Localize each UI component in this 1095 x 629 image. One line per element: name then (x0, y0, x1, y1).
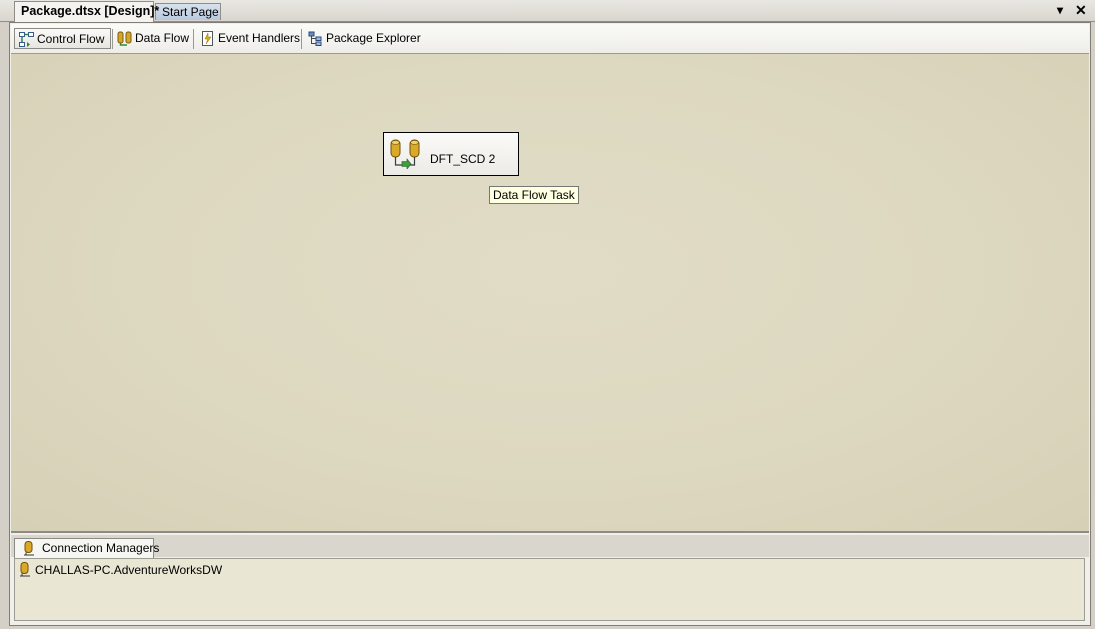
data-flow-task-box[interactable]: DFT_SCD 2 (383, 132, 519, 176)
designer-tab-bar: Control Flow Data Flow Event Handlers Pa… (11, 24, 1089, 54)
data-flow-icon (117, 31, 132, 46)
connection-manager-icon (20, 562, 30, 577)
designer-frame: Control Flow Data Flow Event Handlers Pa… (9, 22, 1091, 626)
connection-manager-icon (24, 541, 34, 556)
task-tooltip: Data Flow Task (489, 186, 579, 204)
connection-managers-panel[interactable]: CHALLAS-PC.AdventureWorksDW (14, 558, 1085, 621)
tab-control-flow-label: Control Flow (37, 32, 105, 46)
tab-data-flow-label: Data Flow (135, 31, 190, 45)
connection-manager-item-label: CHALLAS-PC.AdventureWorksDW (35, 563, 223, 577)
task-label: DFT_SCD 2 (430, 152, 496, 166)
tab-control-flow[interactable]: Control Flow (14, 28, 111, 49)
doc-tab-start-page[interactable]: Start Page (155, 3, 221, 20)
tab-event-handlers-label: Event Handlers (218, 31, 301, 45)
connection-manager-item[interactable]: CHALLAS-PC.AdventureWorksDW (18, 562, 222, 578)
doc-tab-package-design[interactable]: Package.dtsx [Design]* (14, 1, 159, 22)
document-tab-strip: Package.dtsx [Design]* Start Page ▾ ✕ (0, 0, 1095, 22)
close-icon[interactable]: ✕ (1075, 2, 1087, 18)
control-flow-canvas[interactable]: DFT_SCD 2 Data Flow Task (11, 54, 1089, 533)
package-explorer-icon (308, 31, 322, 46)
connection-managers-tab-label: Connection Managers (42, 541, 160, 555)
window-dropdown-icon[interactable]: ▾ (1057, 2, 1063, 18)
data-flow-task-icon (390, 139, 420, 169)
tab-separator (301, 29, 302, 49)
connection-managers-tab-bar: Connection Managers (11, 535, 1089, 558)
tab-package-explorer-label: Package Explorer (326, 31, 421, 45)
event-handlers-icon (202, 31, 213, 46)
control-flow-icon (19, 32, 34, 47)
tab-separator (193, 29, 194, 49)
tab-event-handlers[interactable]: Event Handlers (196, 28, 301, 49)
tab-data-flow[interactable]: Data Flow (113, 28, 193, 49)
connection-managers-tab[interactable]: Connection Managers (14, 538, 159, 558)
tab-package-explorer[interactable]: Package Explorer (304, 28, 421, 49)
